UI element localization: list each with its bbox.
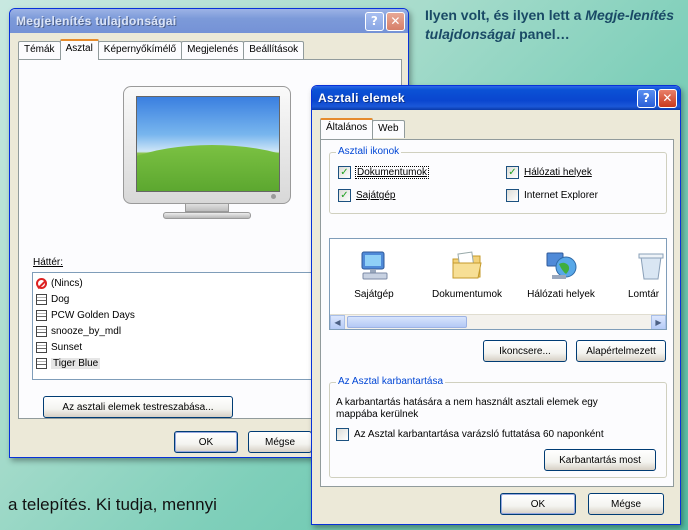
group-title: Az Asztal karbantartása <box>336 376 446 387</box>
article-caption: Ilyen volt, és ilyen lett a Megje-leníté… <box>425 6 683 44</box>
wallpaper-preview <box>136 96 280 192</box>
tab-desktop[interactable]: Asztal <box>59 39 99 60</box>
desktop-items-window: Asztali elemek ? ✕ Általános Web Asztali… <box>311 85 681 525</box>
article-body-text: a telepítés. Ki tudja, mennyi <box>8 495 217 514</box>
tab-appearance[interactable]: Megjelenés <box>181 41 245 59</box>
checkbox-check[interactable]: ✓ <box>338 166 351 179</box>
scroll-thumb[interactable] <box>347 316 467 328</box>
ok-button[interactable]: OK <box>500 493 576 515</box>
image-file-icon <box>36 325 47 337</box>
checkbox-network-places[interactable]: ✓ Hálózati helyek <box>506 166 592 179</box>
tab-settings[interactable]: Beállítások <box>243 41 305 59</box>
desktop-icons-group: Asztali ikonok ✓ Dokumentumok ✓ Hálózati… <box>329 146 667 214</box>
display-properties-titlebar[interactable]: Megjelenítés tulajdonságai ? ✕ <box>10 9 408 33</box>
group-title: Asztali ikonok <box>336 146 402 157</box>
documents-folder-icon <box>450 249 484 283</box>
scroll-right-arrow-icon[interactable]: ▶ <box>651 315 666 329</box>
desktop-items-titlebar[interactable]: Asztali elemek ? ✕ <box>312 86 680 110</box>
general-tab-panel: Asztali ikonok ✓ Dokumentumok ✓ Hálózati… <box>320 139 674 487</box>
checkbox-unchecked[interactable] <box>336 428 349 441</box>
checkbox-internet-explorer[interactable]: Internet Explorer <box>506 189 598 202</box>
tab-screensaver[interactable]: Képernyőkímélő <box>97 41 183 59</box>
image-file-icon <box>36 309 47 321</box>
scroll-track[interactable] <box>345 315 651 329</box>
help-button[interactable]: ? <box>637 88 656 108</box>
close-button[interactable]: ✕ <box>386 11 405 31</box>
cancel-button[interactable]: Mégse <box>588 493 664 515</box>
cleanup-description: A karbantartás hatására a nem használt a… <box>336 397 598 420</box>
window-title: Megjelenítés tulajdonságai <box>16 14 177 28</box>
tab-web[interactable]: Web <box>372 120 405 138</box>
cleanup-now-button[interactable]: Karbantartás most <box>544 449 656 471</box>
caption-end: panel… <box>519 26 570 42</box>
tab-themes[interactable]: Témák <box>18 41 61 59</box>
monitor-frame <box>123 86 291 204</box>
close-button[interactable]: ✕ <box>658 88 677 108</box>
caption-text: Ilyen volt, és ilyen lett a <box>425 7 582 23</box>
monitor-power-led <box>271 194 276 199</box>
icon-item-my-computer[interactable]: Sajátgép <box>344 249 404 300</box>
checkbox-unchecked[interactable] <box>506 189 519 202</box>
customize-desktop-button[interactable]: Az asztali elemek testreszabása... <box>43 396 233 418</box>
scroll-left-arrow-icon[interactable]: ◀ <box>330 315 345 329</box>
monitor-stand <box>163 212 251 219</box>
checkbox-my-computer[interactable]: ✓ Sajátgép <box>338 189 395 202</box>
checkbox-check[interactable]: ✓ <box>506 166 519 179</box>
restore-default-button[interactable]: Alapértelmezett <box>576 340 666 362</box>
checkbox-check[interactable]: ✓ <box>338 189 351 202</box>
background-label: Háttér: <box>33 257 64 268</box>
icon-item-network-places[interactable]: Hálózati helyek <box>520 249 602 300</box>
display-tabs: Témák Asztal Képernyőkímélő Megjelenés B… <box>18 39 305 60</box>
help-button[interactable]: ? <box>365 11 384 31</box>
checkbox-documents[interactable]: ✓ Dokumentumok <box>338 166 430 179</box>
recycle-bin-icon <box>634 249 666 283</box>
change-icon-button[interactable]: Ikoncsere... <box>483 340 567 362</box>
image-file-icon <box>36 293 47 305</box>
icon-item-recycle-bin[interactable]: Lomtár <box>628 249 666 300</box>
desktop-cleanup-group: Az Asztal karbantartása A karbantartás h… <box>329 376 667 478</box>
image-file-icon <box>36 341 47 353</box>
desktop-items-tabs: Általános Web <box>320 118 405 139</box>
desktop-icon-list[interactable]: Sajátgép Dokumentumok Hálózati helyek Lo… <box>329 238 667 330</box>
window-title: Asztali elemek <box>318 91 405 105</box>
network-globe-icon <box>544 249 578 283</box>
horizontal-scrollbar[interactable]: ◀ ▶ <box>330 314 666 329</box>
image-file-icon <box>36 357 47 369</box>
icon-item-documents[interactable]: Dokumentumok <box>422 249 512 300</box>
cancel-button[interactable]: Mégse <box>248 431 312 453</box>
checkbox-cleanup-wizard[interactable]: Az Asztal karbantartása varázsló futtatá… <box>336 428 604 441</box>
ok-button[interactable]: OK <box>174 431 238 453</box>
none-icon <box>36 277 47 289</box>
computer-icon <box>357 249 391 283</box>
tab-general[interactable]: Általános <box>320 118 374 139</box>
